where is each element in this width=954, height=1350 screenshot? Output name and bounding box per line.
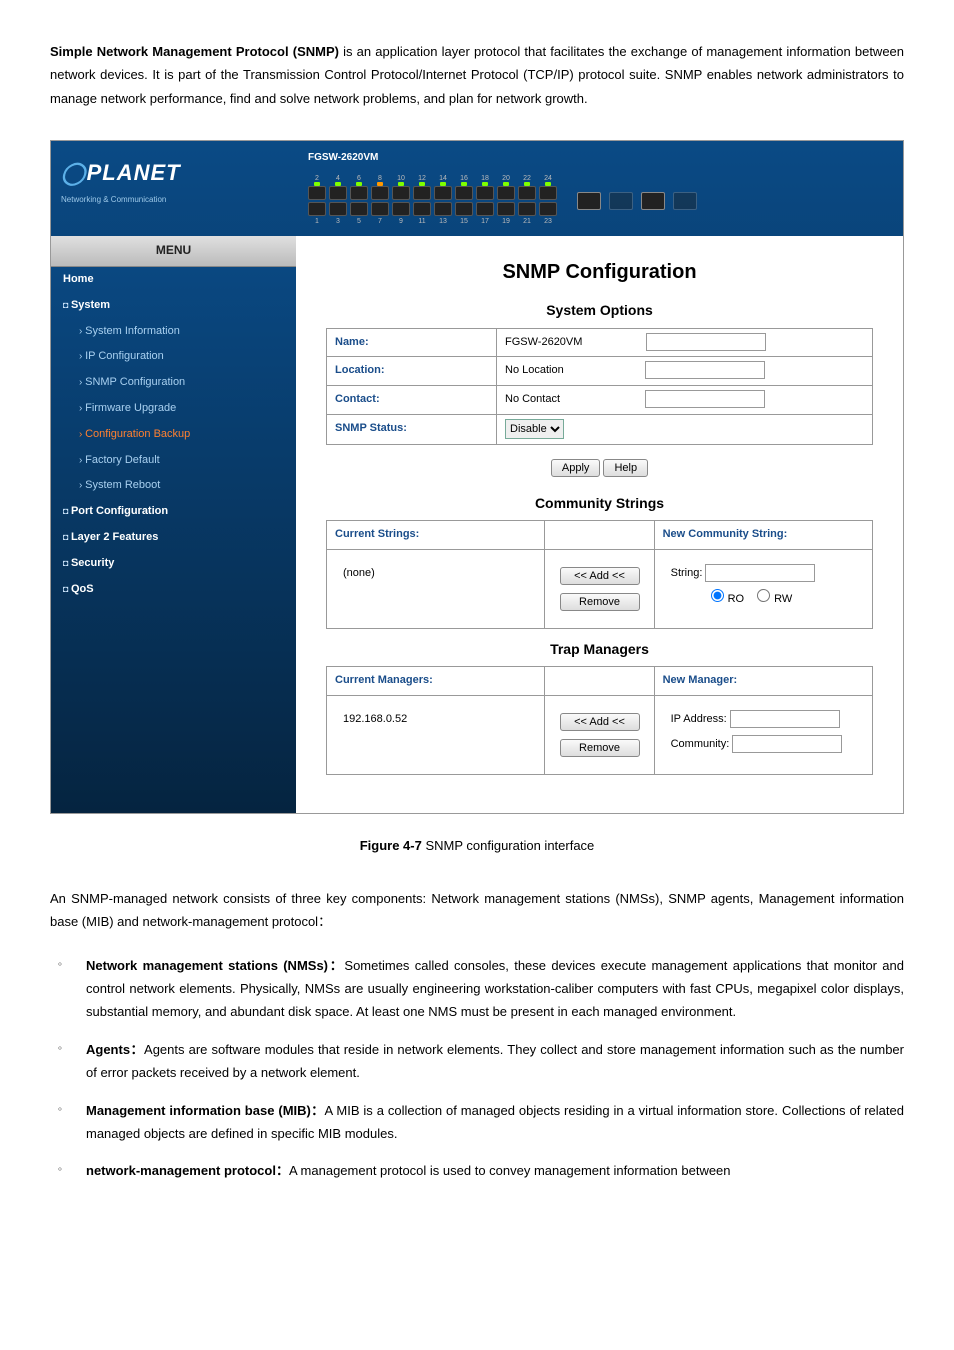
list-item-agents: Agents：Agents are software modules that …: [50, 1038, 904, 1085]
help-button[interactable]: Help: [603, 459, 648, 477]
content-area: SNMP Configuration System Options Name: …: [296, 236, 903, 812]
snmp-status-label: SNMP Status:: [327, 414, 497, 444]
name-value: FGSW-2620VM: [505, 336, 582, 348]
brand-logo: ◯PLANET: [61, 153, 286, 193]
system-options-buttons: Apply Help: [326, 453, 873, 485]
figure-caption: Figure 4-7 SNMP configuration interface: [50, 834, 904, 857]
nms-term: Network management stations (NMSs): [86, 958, 328, 973]
list-item-mib: Management information base (MIB)：A MIB …: [50, 1099, 904, 1146]
menu-security[interactable]: Security: [51, 551, 296, 577]
snmp-status-select[interactable]: Disable: [505, 419, 564, 439]
location-label: Location:: [327, 357, 497, 386]
components-intro: An SNMP-managed network consists of thre…: [50, 887, 904, 934]
nms-colon: ：: [328, 958, 344, 973]
apply-button[interactable]: Apply: [551, 459, 601, 477]
location-input[interactable]: [645, 361, 765, 379]
menu-reboot[interactable]: System Reboot: [51, 473, 296, 499]
current-managers-value: 192.168.0.52: [335, 700, 536, 770]
trap-community-input[interactable]: [732, 735, 842, 753]
mib-colon: ：: [311, 1103, 325, 1118]
ip-label: IP Address:: [671, 713, 727, 725]
model-label: FGSW-2620VM: [308, 149, 891, 167]
protocol-term: network-management protocol: [86, 1163, 276, 1178]
trap-title: Trap Managers: [326, 637, 873, 662]
menu-factory[interactable]: Factory Default: [51, 448, 296, 474]
agents-term: Agents: [86, 1042, 130, 1057]
menu-system[interactable]: System: [51, 293, 296, 319]
brand-tagline: Networking & Communication: [61, 193, 286, 207]
figure-number: Figure 4-7: [360, 838, 422, 853]
snmp-term: Simple Network Management Protocol (SNMP…: [50, 44, 339, 59]
agents-text: Agents are software modules that reside …: [86, 1042, 904, 1080]
system-options-title: System Options: [326, 298, 873, 323]
menu-config-backup[interactable]: Configuration Backup: [51, 422, 296, 448]
new-community-label: New Community String:: [654, 520, 872, 549]
current-managers-label: Current Managers:: [327, 666, 545, 695]
community-string-input[interactable]: [705, 564, 815, 582]
agents-colon: ：: [130, 1042, 144, 1057]
community-title: Community Strings: [326, 491, 873, 516]
community-label: Community:: [671, 738, 730, 750]
rw-radio[interactable]: [757, 589, 770, 602]
contact-label: Contact:: [327, 386, 497, 415]
ro-radio[interactable]: [711, 589, 724, 602]
components-list: Network management stations (NMSs)：Somet…: [50, 954, 904, 1183]
device-ui: ◯PLANET Networking & Communication FGSW-…: [50, 140, 904, 813]
menu-port-config[interactable]: Port Configuration: [51, 499, 296, 525]
name-label: Name:: [327, 328, 497, 357]
menu-qos[interactable]: QoS: [51, 577, 296, 603]
location-value: No Location: [505, 364, 564, 376]
logo-area: ◯PLANET Networking & Communication: [51, 141, 296, 236]
current-strings-label: Current Strings:: [327, 520, 545, 549]
device-header: ◯PLANET Networking & Communication FGSW-…: [51, 141, 903, 236]
name-input[interactable]: [646, 333, 766, 351]
trap-remove-button[interactable]: Remove: [560, 739, 640, 757]
rw-label: RW: [774, 593, 792, 605]
protocol-text: A management protocol is used to convey …: [289, 1163, 731, 1178]
intro-paragraph: Simple Network Management Protocol (SNMP…: [50, 40, 904, 110]
mib-term: Management information base (MIB): [86, 1103, 311, 1118]
trap-table: Current Managers: New Manager: 192.168.0…: [326, 666, 873, 775]
contact-value: No Contact: [505, 393, 560, 405]
menu-system-info[interactable]: System Information: [51, 319, 296, 345]
trap-add-button[interactable]: << Add <<: [560, 713, 640, 731]
contact-input[interactable]: [645, 390, 765, 408]
menu-home[interactable]: Home: [51, 267, 296, 293]
list-item-protocol: network-management protocol：A management…: [50, 1159, 904, 1182]
system-options-table: Name: FGSW-2620VM Location: No Location …: [326, 328, 873, 445]
page-title: SNMP Configuration: [326, 254, 873, 290]
protocol-colon: ：: [276, 1163, 289, 1178]
community-remove-button[interactable]: Remove: [560, 593, 640, 611]
string-label: String:: [671, 567, 703, 579]
menu-header: MENU: [51, 236, 296, 267]
figure-text: SNMP configuration interface: [422, 838, 594, 853]
ro-label: RO: [728, 593, 745, 605]
trap-ip-input[interactable]: [730, 710, 840, 728]
sidebar: MENU Home System System Information IP C…: [51, 236, 296, 812]
new-manager-label: New Manager:: [654, 666, 872, 695]
community-table: Current Strings: New Community String: (…: [326, 520, 873, 629]
menu-firmware[interactable]: Firmware Upgrade: [51, 396, 296, 422]
list-item-nms: Network management stations (NMSs)：Somet…: [50, 954, 904, 1024]
menu-snmp-config[interactable]: SNMP Configuration: [51, 370, 296, 396]
menu-ip-config[interactable]: IP Configuration: [51, 344, 296, 370]
menu-layer2[interactable]: Layer 2 Features: [51, 525, 296, 551]
current-strings-value: (none): [335, 554, 536, 624]
switch-panel: FGSW-2620VM 24681012141618202224 1357911…: [296, 141, 903, 236]
community-add-button[interactable]: << Add <<: [560, 567, 640, 585]
